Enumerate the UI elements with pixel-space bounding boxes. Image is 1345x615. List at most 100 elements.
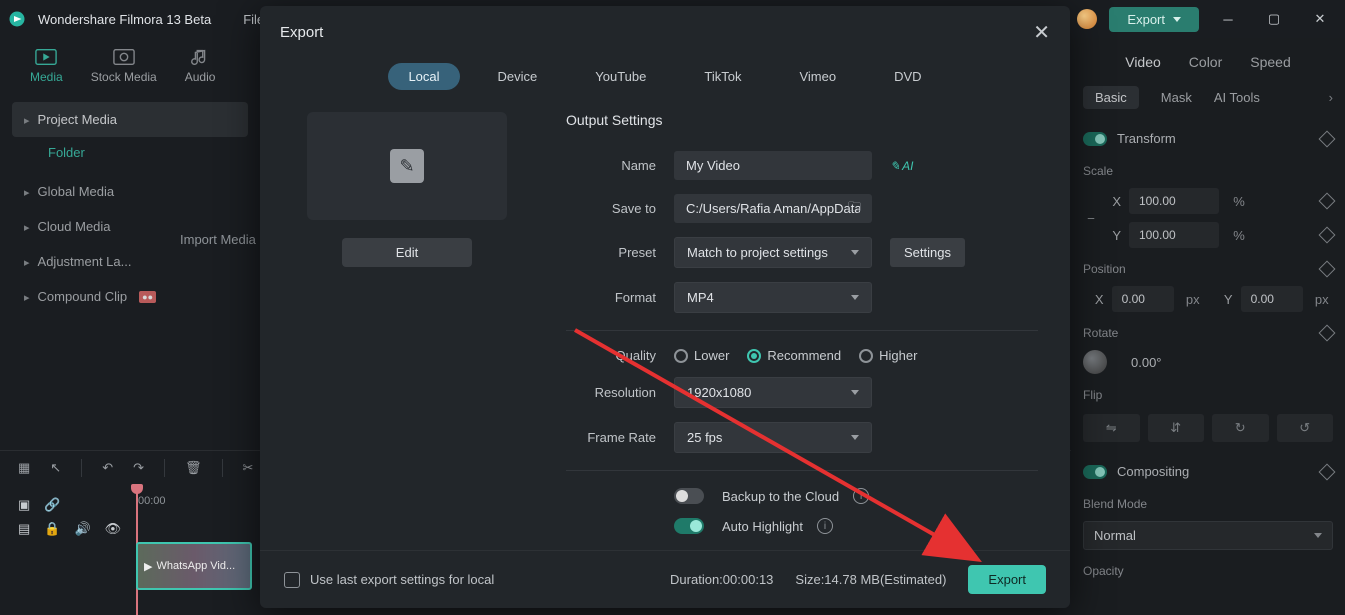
media-icon bbox=[35, 48, 57, 66]
scale-y-input[interactable] bbox=[1129, 222, 1219, 248]
minimize-icon[interactable]: ─ bbox=[1211, 7, 1245, 31]
blend-mode-select[interactable]: Normal bbox=[1083, 521, 1333, 550]
export-destination-tabs: Local Device YouTube TikTok Vimeo DVD bbox=[260, 53, 1070, 108]
keyframe-icon[interactable] bbox=[1319, 463, 1336, 480]
more-subtabs-icon[interactable]: › bbox=[1329, 90, 1333, 105]
backup-cloud-toggle[interactable] bbox=[674, 488, 704, 504]
compositing-label: Compositing bbox=[1117, 464, 1189, 479]
cut-icon[interactable]: ✂ bbox=[243, 460, 254, 476]
position-y-input[interactable] bbox=[1241, 286, 1303, 312]
save-path-input[interactable] bbox=[674, 194, 872, 223]
sidebar-item-compound-clip[interactable]: Compound Clip●● bbox=[12, 279, 248, 314]
tab-stock-media[interactable]: Stock Media bbox=[91, 48, 157, 84]
position-heading: Position bbox=[1083, 262, 1126, 276]
app-logo-icon bbox=[8, 10, 26, 28]
scale-x-input[interactable] bbox=[1129, 188, 1219, 214]
tl-icon[interactable]: ▦ bbox=[18, 460, 30, 476]
keyframe-icon[interactable] bbox=[1319, 227, 1336, 244]
position-x-input[interactable] bbox=[1112, 286, 1174, 312]
delete-icon[interactable]: 🗑 bbox=[185, 460, 202, 476]
maximize-icon[interactable]: ▢ bbox=[1257, 7, 1291, 31]
inspector-subtab-basic[interactable]: Basic bbox=[1083, 86, 1139, 109]
ai-rename-icon[interactable]: AI bbox=[890, 159, 913, 173]
keyframe-icon[interactable] bbox=[1319, 130, 1336, 147]
rotate-heading: Rotate bbox=[1083, 326, 1118, 340]
blend-heading: Blend Mode bbox=[1083, 487, 1333, 517]
inspector-tab-speed[interactable]: Speed bbox=[1250, 54, 1290, 70]
eye-icon[interactable]: 👁 bbox=[105, 521, 122, 537]
close-window-icon[interactable]: ✕ bbox=[1303, 7, 1337, 31]
tab-media[interactable]: Media bbox=[30, 48, 63, 84]
video-clip[interactable]: ▶WhatsApp Vid... bbox=[136, 542, 252, 590]
link-icon[interactable]: 🔗 bbox=[44, 497, 60, 513]
keyframe-icon[interactable] bbox=[1319, 325, 1336, 342]
rotate-knob[interactable] bbox=[1083, 350, 1107, 374]
close-icon[interactable]: ✕ bbox=[1033, 20, 1050, 45]
folder-icon[interactable]: 🗀 bbox=[848, 198, 861, 220]
opacity-heading: Opacity bbox=[1083, 554, 1333, 584]
tab-vimeo[interactable]: Vimeo bbox=[779, 63, 856, 90]
export-button[interactable]: Export bbox=[968, 565, 1046, 594]
import-media-hint: Import Media bbox=[180, 232, 256, 247]
audio-icon bbox=[189, 48, 211, 66]
pointer-icon[interactable]: ↖ bbox=[50, 460, 61, 476]
speaker-icon[interactable]: 🔊 bbox=[74, 521, 90, 537]
tab-audio[interactable]: Audio bbox=[185, 48, 216, 84]
inspector-subtab-ai[interactable]: AI Tools bbox=[1214, 90, 1260, 105]
compositing-toggle[interactable] bbox=[1083, 465, 1107, 479]
lock-icon[interactable]: 🔒 bbox=[44, 521, 60, 537]
transform-label: Transform bbox=[1117, 131, 1176, 146]
media-tabs: Media Stock Media Audio bbox=[0, 38, 260, 84]
inspector-subtab-mask[interactable]: Mask bbox=[1161, 90, 1192, 105]
remember-settings-checkbox[interactable] bbox=[284, 572, 300, 588]
quality-lower-radio[interactable]: Lower bbox=[674, 348, 729, 363]
keyframe-icon[interactable] bbox=[1319, 193, 1336, 210]
auto-highlight-label: Auto Highlight bbox=[722, 519, 803, 534]
sidebar-item-folder[interactable]: Folder bbox=[12, 137, 248, 174]
link-axes-icon[interactable]: ⎯ bbox=[1083, 201, 1099, 235]
tab-dvd[interactable]: DVD bbox=[874, 63, 941, 90]
size-info: Size:14.78 MB(Estimated) bbox=[795, 572, 946, 587]
format-select[interactable]: MP4 bbox=[674, 282, 872, 313]
tab-youtube[interactable]: YouTube bbox=[575, 63, 666, 90]
keyframe-icon[interactable] bbox=[1319, 261, 1336, 278]
settings-button[interactable]: Settings bbox=[890, 238, 965, 267]
sidebar-item-global-media[interactable]: Global Media bbox=[12, 174, 248, 209]
quality-recommend-radio[interactable]: Recommend bbox=[747, 348, 841, 363]
preset-select[interactable]: Match to project settings bbox=[674, 237, 872, 268]
inspector-tab-video[interactable]: Video bbox=[1125, 54, 1161, 70]
track-icon[interactable]: ▤ bbox=[18, 521, 30, 537]
output-settings-heading: Output Settings bbox=[566, 108, 1038, 144]
tab-tiktok[interactable]: TikTok bbox=[684, 63, 761, 90]
flip-heading: Flip bbox=[1083, 378, 1333, 408]
flip-h-button[interactable]: ⇋ bbox=[1083, 414, 1140, 442]
flip-v-button[interactable]: ⇵ bbox=[1148, 414, 1205, 442]
header-export-button[interactable]: Export bbox=[1109, 7, 1199, 32]
rotate-value: 0.00° bbox=[1131, 355, 1162, 370]
remember-settings-label: Use last export settings for local bbox=[310, 572, 494, 587]
info-icon[interactable]: i bbox=[817, 518, 833, 534]
undo-icon[interactable]: ↶ bbox=[102, 460, 113, 476]
resolution-select[interactable]: 1920x1080 bbox=[674, 377, 872, 408]
edit-button[interactable]: Edit bbox=[342, 238, 472, 267]
framerate-select[interactable]: 25 fps bbox=[674, 422, 872, 453]
export-dialog: Export ✕ Local Device YouTube TikTok Vim… bbox=[260, 6, 1070, 608]
sidebar-item-project-media[interactable]: Project Media bbox=[12, 102, 248, 137]
inspector-panel: Video Color Speed Basic Mask AI Tools › … bbox=[1071, 38, 1345, 615]
auto-highlight-toggle[interactable] bbox=[674, 518, 704, 534]
avatar-icon[interactable] bbox=[1077, 9, 1097, 29]
info-icon[interactable]: i bbox=[853, 488, 869, 504]
stock-icon bbox=[113, 48, 135, 66]
pencil-icon: ✎ bbox=[390, 149, 424, 183]
inspector-tab-color[interactable]: Color bbox=[1189, 54, 1222, 70]
rotate-ccw-button[interactable]: ↺ bbox=[1277, 414, 1334, 442]
quality-higher-radio[interactable]: Higher bbox=[859, 348, 917, 363]
rotate-cw-button[interactable]: ↻ bbox=[1212, 414, 1269, 442]
transform-toggle[interactable] bbox=[1083, 132, 1107, 146]
name-input[interactable] bbox=[674, 151, 872, 180]
sidebar-item-adjustment-layer[interactable]: Adjustment La... bbox=[12, 244, 248, 279]
marker-icon[interactable]: ▣ bbox=[18, 497, 30, 513]
redo-icon[interactable]: ↷ bbox=[133, 460, 144, 476]
tab-local[interactable]: Local bbox=[388, 63, 459, 90]
tab-device[interactable]: Device bbox=[478, 63, 558, 90]
